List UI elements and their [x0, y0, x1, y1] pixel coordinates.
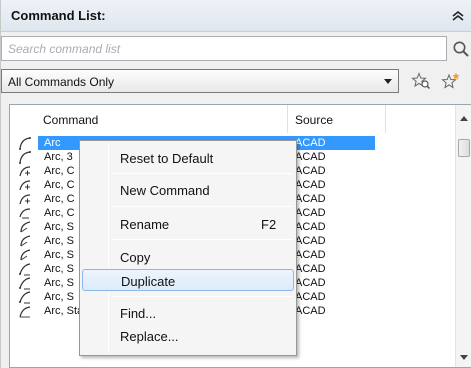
menu-separator — [112, 296, 292, 297]
menu-item-shortcut: F2 — [261, 217, 277, 232]
chevron-down-icon — [384, 79, 392, 84]
menu-item-label: Copy — [120, 250, 151, 265]
arc-start-end-icon — [19, 263, 31, 276]
menu-item-label: Replace... — [120, 329, 179, 344]
menu-item-new-command[interactable]: New Command — [82, 179, 294, 201]
command-list-panel: Command List: All Commands Only — [0, 0, 471, 368]
menu-item-reset-to-default[interactable]: Reset to Default — [82, 147, 294, 169]
command-name: Arc, S — [44, 277, 74, 289]
menu-item-label: Rename — [120, 217, 170, 232]
arc-3point-icon — [19, 137, 31, 150]
list-header: Command Source — [10, 105, 471, 133]
command-name: Arc, S — [44, 221, 74, 233]
command-source: ACAD — [295, 151, 326, 163]
command-name: Arc, C — [44, 193, 75, 205]
context-menu: Reset to Default New Command Rename F2 Copy D… — [79, 140, 297, 356]
command-source: ACAD — [295, 165, 326, 177]
command-source: ACAD — [295, 193, 326, 205]
command-name: Arc — [44, 137, 61, 149]
arc-3point-icon — [19, 151, 31, 164]
command-source: ACAD — [295, 249, 326, 261]
menu-separator — [112, 239, 292, 240]
scroll-down-arrow-icon[interactable] — [460, 355, 468, 360]
column-header-command[interactable]: Command — [13, 105, 288, 133]
arc-center-start-icon — [19, 180, 31, 191]
menu-item-copy[interactable]: Copy — [82, 246, 294, 268]
command-source: ACAD — [295, 179, 326, 191]
arc-start-end-icon — [19, 291, 31, 304]
command-source: ACAD — [295, 235, 326, 247]
arc-start-center-icon — [20, 249, 31, 261]
column-header-source[interactable]: Source — [288, 105, 386, 133]
menu-item-label: New Command — [120, 183, 210, 198]
arc-center-start-icon — [19, 194, 31, 205]
command-source: ACAD — [295, 263, 326, 275]
command-source: ACAD — [295, 305, 326, 317]
command-name: Arc, S — [44, 235, 74, 247]
command-name: Arc, C — [44, 207, 75, 219]
arc-center-start-icon — [19, 166, 31, 177]
command-source: ACAD — [295, 277, 326, 289]
command-name: Arc, C — [44, 179, 75, 191]
filter-row: All Commands Only — [1, 69, 471, 95]
panel-header: Command List: — [1, 0, 471, 32]
menu-item-label: Reset to Default — [120, 151, 214, 166]
scroll-up-arrow-icon[interactable] — [460, 116, 468, 121]
menu-item-duplicate[interactable]: Duplicate — [82, 269, 294, 291]
command-source: ACAD — [295, 137, 326, 149]
search-row — [1, 36, 471, 64]
arc-continue-icon — [19, 208, 31, 219]
vertical-scrollbar[interactable] — [455, 105, 471, 367]
command-source: ACAD — [295, 207, 326, 219]
menu-item-rename[interactable]: Rename F2 — [82, 213, 294, 235]
arc-start-end-radius-icon — [19, 306, 31, 318]
filter-selected-value: All Commands Only — [8, 75, 115, 89]
command-name: Arc, 3 — [44, 151, 73, 163]
command-source: ACAD — [295, 291, 326, 303]
menu-item-find[interactable]: Find... — [82, 302, 294, 324]
command-name: Arc, C — [44, 165, 75, 177]
search-input[interactable] — [1, 36, 447, 61]
menu-item-label: Duplicate — [121, 274, 176, 289]
command-name: Arc, S — [44, 291, 74, 303]
menu-separator — [112, 206, 292, 207]
scroll-thumb[interactable] — [458, 139, 470, 157]
panel-title: Command List: — [11, 8, 106, 23]
menu-item-replace[interactable]: Replace... — [82, 325, 294, 347]
arc-start-center-icon — [20, 221, 31, 233]
menu-item-label: Find... — [120, 306, 157, 321]
search-icon[interactable] — [452, 40, 470, 58]
arc-start-center-icon — [20, 235, 31, 247]
arc-start-end-icon — [19, 277, 31, 290]
new-favorite-star-icon[interactable] — [441, 72, 461, 90]
find-favorite-icon[interactable] — [411, 72, 431, 90]
collapse-chevron-icon[interactable] — [450, 9, 466, 23]
command-name: Arc, S — [44, 249, 74, 261]
command-filter-dropdown[interactable]: All Commands Only — [1, 69, 399, 93]
command-source: ACAD — [295, 221, 326, 233]
menu-separator — [112, 173, 292, 174]
command-name: Arc, S — [44, 263, 74, 275]
